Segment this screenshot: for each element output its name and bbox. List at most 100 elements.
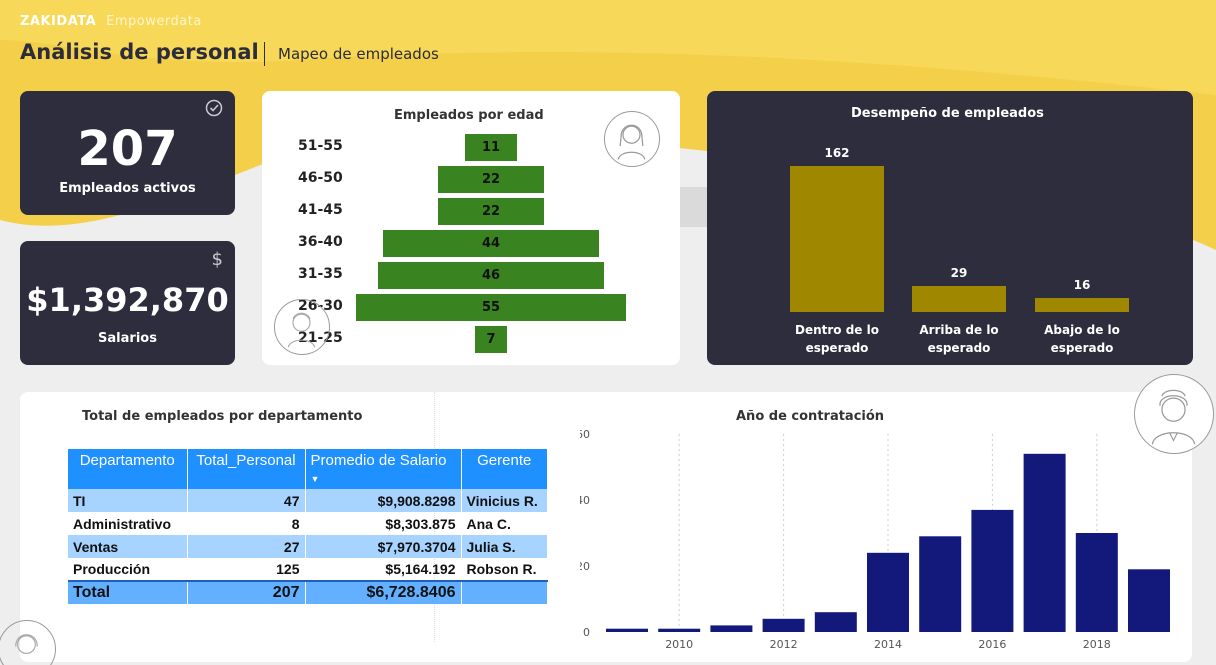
cell-total-salario: $6,728.8406 (305, 580, 462, 604)
performance-bar[interactable] (790, 166, 884, 312)
column-header-departamento[interactable]: Departamento (68, 449, 188, 489)
age-bar-value: 11 (481, 140, 501, 155)
age-row[interactable]: 41-45 22 (262, 197, 680, 227)
curly-hair-avatar-icon (1134, 374, 1214, 454)
hire-year-bar[interactable] (1128, 569, 1170, 632)
hire-year-bar[interactable] (919, 536, 962, 632)
hire-year-chart[interactable]: 2010 2012 2014 2016 2018 0 20 40 60 (580, 420, 1180, 662)
performance-label-line1: Dentro de lo (795, 323, 879, 337)
department-table[interactable]: Departamento Total_Personal Promedio de … (68, 449, 548, 604)
table-row[interactable]: Ventas 27 $7,970.3704 Julia S. (68, 535, 548, 558)
x-tick-label: 2018 (1083, 638, 1111, 651)
employees-value: 207 (77, 121, 178, 177)
age-bar[interactable]: 11 (463, 133, 519, 162)
salaries-value: $1,392,870 (26, 281, 229, 319)
cell-total-label: Total (68, 580, 188, 604)
cell-total: 27 (187, 535, 306, 558)
performance-chart-card[interactable]: Desempeño de empleados 162 Dentro de lo es… (707, 91, 1193, 365)
performance-label-line2: esperado (927, 341, 991, 355)
performance-label-line2: esperado (1050, 341, 1114, 355)
age-range-label: 36-40 (298, 234, 343, 250)
cell-total: 47 (187, 489, 306, 512)
cell-total-gerente (461, 580, 548, 604)
brand: ZAKIDATA Empowerdata (20, 14, 202, 29)
age-range-label: 46-50 (298, 170, 343, 186)
performance-bar[interactable] (1035, 297, 1129, 312)
hire-year-bar[interactable] (1023, 453, 1066, 632)
table-total-row[interactable]: Total 207 $6,728.8406 (68, 580, 548, 604)
performance-bar[interactable] (912, 285, 1006, 312)
woman-avatar-icon (604, 111, 660, 167)
age-bar-value: 22 (481, 204, 501, 219)
woman-avatar-small-icon (0, 620, 56, 665)
hire-year-bar[interactable] (762, 618, 805, 632)
age-bar[interactable]: 46 (377, 261, 605, 290)
performance-category-label: Abajo de lo esperado (1027, 321, 1137, 357)
age-bar[interactable]: 44 (382, 229, 600, 258)
cell-salario: $8,303.875 (305, 512, 462, 535)
y-tick-label: 60 (580, 428, 590, 441)
hire-year-bar[interactable] (867, 552, 909, 632)
performance-bar-value: 29 (950, 265, 968, 280)
age-bar-value: 46 (481, 268, 501, 283)
age-bar[interactable]: 7 (473, 325, 509, 354)
column-header-gerente[interactable]: Gerente (461, 449, 547, 489)
age-bar-value: 7 (486, 332, 496, 347)
hire-year-bar[interactable] (658, 628, 701, 632)
cell-departamento: Ventas (68, 535, 188, 558)
performance-label-line1: Abajo de lo (1044, 323, 1120, 337)
age-bar[interactable]: 22 (436, 197, 546, 226)
age-row[interactable]: 31-35 46 (262, 261, 680, 291)
employees-label: Empleados activos (59, 181, 196, 196)
x-tick-label: 2016 (978, 638, 1006, 651)
age-bar[interactable]: 55 (355, 293, 627, 322)
column-header-promedio-salario[interactable]: Promedio de Salario ▼ (305, 449, 462, 489)
cell-salario: $9,908.8298 (305, 489, 462, 512)
age-row[interactable]: 36-40 44 (262, 229, 680, 259)
performance-label-line2: esperado (805, 341, 869, 355)
age-range-label: 51-55 (298, 138, 343, 154)
bottom-panel: Total de empleados por departamento Depa… (0, 374, 1214, 665)
age-bar[interactable]: 22 (436, 165, 546, 194)
cell-total: 8 (187, 512, 306, 535)
hire-year-bar[interactable] (814, 612, 857, 632)
hire-year-bar[interactable] (606, 628, 648, 632)
cell-gerente: Julia S. (461, 535, 548, 558)
performance-chart-title: Desempeño de empleados (851, 106, 1044, 121)
age-bar-value: 22 (481, 172, 501, 187)
y-tick-label: 0 (583, 626, 590, 639)
salaries-label: Salarios (98, 331, 157, 346)
dollar-icon: $ (211, 249, 223, 270)
cell-gerente: Vinicius R. (461, 489, 548, 512)
age-range-label: 31-35 (298, 266, 343, 282)
promedio-salario-label: Promedio de Salario (310, 452, 447, 469)
cell-departamento: Administrativo (68, 512, 188, 535)
check-circle-icon (205, 99, 223, 122)
table-row[interactable]: TI 47 $9,908.8298 Vinicius R. (68, 489, 548, 512)
hire-year-bar[interactable] (1075, 533, 1118, 632)
age-row[interactable]: 46-50 22 (262, 165, 680, 195)
dept-table-title: Total de empleados por departamento (82, 409, 363, 424)
performance-bar-value: 162 (824, 146, 850, 160)
age-chart-card[interactable]: Empleados por edad 51-55 11 46-50 22 41-45 22… (262, 91, 680, 365)
x-tick-label: 2014 (874, 638, 902, 651)
man-avatar-icon (274, 299, 330, 355)
brand-name: ZAKIDATA (20, 14, 97, 29)
column-header-total-personal[interactable]: Total_Personal (187, 449, 306, 489)
brand-tagline: Empowerdata (106, 14, 202, 29)
kpi-card-salaries[interactable]: $ $1,392,870 Salarios (20, 241, 235, 365)
y-tick-label: 20 (580, 560, 590, 573)
kpi-card-employees[interactable]: 207 Empleados activos (20, 91, 235, 215)
performance-category-label: Arriba de lo esperado (904, 321, 1014, 357)
table-row[interactable]: Administrativo 8 $8,303.875 Ana C. (68, 512, 548, 535)
cell-total-personal: 207 (187, 580, 306, 604)
cell-departamento: Producción (68, 558, 188, 581)
table-row[interactable]: Producción 125 $5,164.192 Robson R. (68, 558, 548, 581)
hire-year-bar[interactable] (971, 509, 1014, 632)
performance-category-label: Dentro de lo esperado (782, 321, 892, 357)
performance-label-line1: Arriba de lo (919, 323, 999, 337)
age-range-label: 41-45 (298, 202, 343, 218)
page-subtitle: Mapeo de empleados (278, 45, 439, 63)
title-divider (264, 42, 265, 66)
hire-year-bar[interactable] (710, 625, 753, 632)
